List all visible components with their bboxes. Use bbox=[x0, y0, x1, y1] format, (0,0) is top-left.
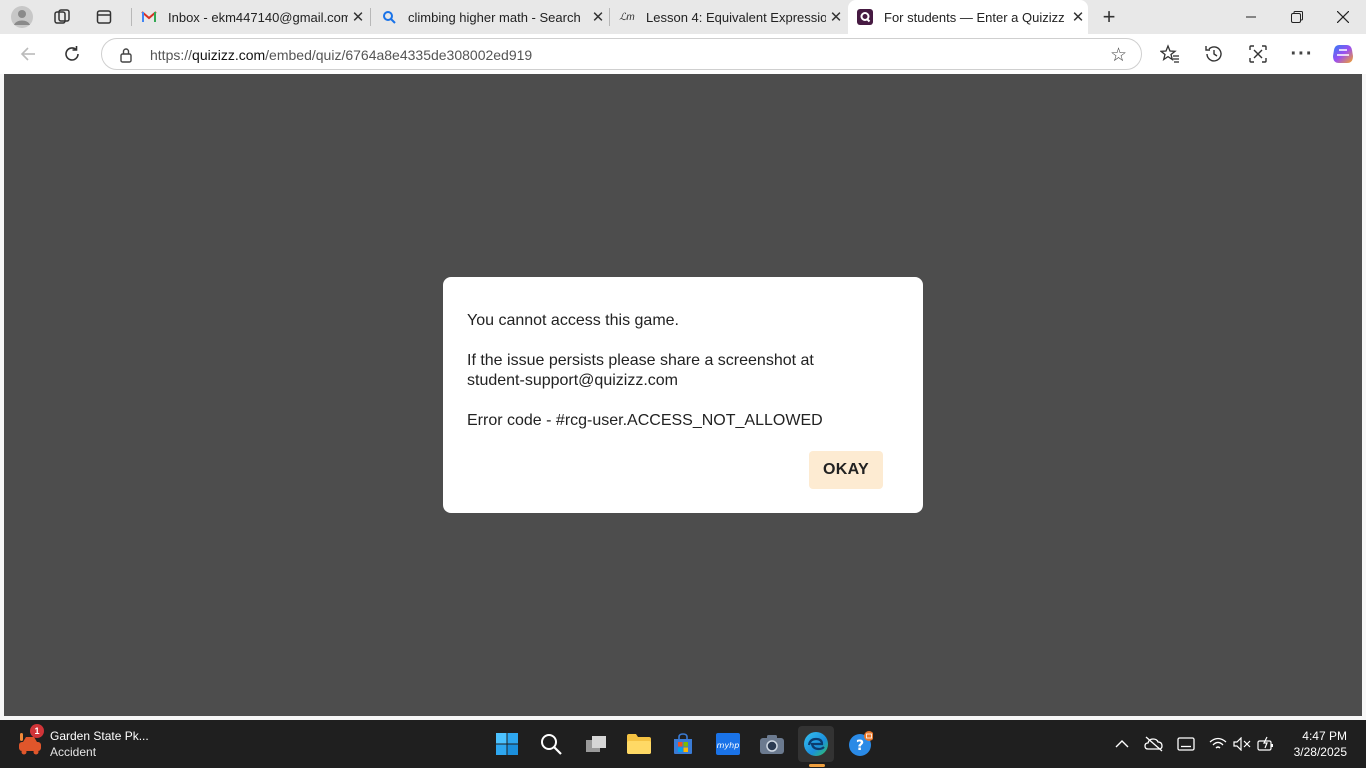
history-icon[interactable] bbox=[1200, 40, 1228, 68]
close-tab-icon[interactable]: ✕ bbox=[348, 8, 368, 26]
close-window-icon[interactable] bbox=[1320, 0, 1366, 34]
close-tab-icon[interactable]: ✕ bbox=[1068, 8, 1088, 26]
volume-muted-icon[interactable] bbox=[1230, 732, 1254, 756]
tab-lesson[interactable]: ℒm Lesson 4: Equivalent Expressions | ✕ bbox=[610, 2, 846, 32]
new-tab-icon[interactable]: + bbox=[1095, 3, 1123, 31]
refresh-icon[interactable] bbox=[58, 40, 86, 68]
screenshot-icon[interactable] bbox=[1244, 40, 1272, 68]
close-tab-icon[interactable]: ✕ bbox=[826, 8, 846, 26]
gmail-icon bbox=[140, 9, 158, 25]
clock-date: 3/28/2025 bbox=[1293, 745, 1347, 759]
weather-title: Garden State Pk... bbox=[50, 729, 149, 743]
tab-title: climbing higher math - Search bbox=[408, 9, 581, 25]
okay-button[interactable]: OKAY bbox=[809, 451, 883, 489]
workspaces-icon[interactable] bbox=[48, 3, 76, 31]
wifi-icon[interactable] bbox=[1206, 732, 1230, 756]
favorite-star-icon[interactable]: ☆ bbox=[1110, 44, 1127, 67]
clock-time: 4:47 PM bbox=[1302, 729, 1347, 743]
lock-icon[interactable] bbox=[119, 47, 133, 63]
url-host: quizizz.com bbox=[192, 47, 266, 63]
camera-icon[interactable] bbox=[754, 726, 790, 762]
traffic-alert-icon: 1 bbox=[16, 724, 44, 758]
tab-strip: Inbox - ekm447140@gmail.com - ✕ climbing… bbox=[0, 0, 1366, 34]
file-explorer-icon[interactable] bbox=[621, 726, 657, 762]
error-code: Error code - #rcg-user.ACCESS_NOT_ALLOWE… bbox=[467, 412, 823, 429]
taskbar-search-icon[interactable] bbox=[533, 726, 569, 762]
edge-icon[interactable] bbox=[798, 726, 834, 762]
svg-text:myhp: myhp bbox=[717, 741, 740, 750]
search-icon bbox=[380, 9, 398, 25]
taskbar: 1 Garden State Pk... Accident myhp ? 4:4… bbox=[0, 720, 1366, 768]
error-dialog: You cannot access this game. If the issu… bbox=[443, 277, 923, 513]
minimize-icon[interactable] bbox=[1228, 0, 1274, 34]
battery-charging-icon[interactable] bbox=[1254, 732, 1278, 756]
url-path: /embed/quiz/6764a8e4335de308002ed919 bbox=[265, 47, 533, 63]
weather-badge: 1 bbox=[30, 724, 44, 738]
error-message: You cannot access this game. bbox=[467, 312, 679, 329]
tab-search[interactable]: climbing higher math - Search ✕ bbox=[372, 2, 608, 32]
start-icon[interactable] bbox=[489, 726, 525, 762]
active-app-indicator bbox=[809, 764, 825, 767]
navigation-bar: https://quizizz.com/embed/quiz/6764a8e43… bbox=[0, 34, 1366, 74]
onedrive-offline-icon[interactable] bbox=[1142, 732, 1166, 756]
weather-widget[interactable]: 1 Garden State Pk... Accident bbox=[16, 724, 149, 762]
system-clock[interactable]: 4:47 PM 3/28/2025 bbox=[1294, 728, 1347, 760]
more-options-icon[interactable]: ··· bbox=[1288, 40, 1316, 68]
get-help-icon[interactable]: ? bbox=[842, 726, 878, 762]
support-email: student-support@quizizz.com bbox=[467, 372, 678, 389]
microsoft-store-icon[interactable] bbox=[665, 726, 701, 762]
support-text: If the issue persists please share a scr… bbox=[467, 352, 814, 369]
keyboard-icon[interactable] bbox=[1174, 732, 1198, 756]
myhp-icon[interactable]: myhp bbox=[710, 726, 746, 762]
favorites-icon[interactable] bbox=[1156, 40, 1184, 68]
task-view-icon[interactable] bbox=[578, 726, 614, 762]
weather-subtitle: Accident bbox=[50, 745, 97, 759]
tab-quizizz[interactable]: For students — Enter a Quizizz Co ✕ bbox=[848, 0, 1088, 34]
url-text: https://quizizz.com/embed/quiz/6764a8e43… bbox=[150, 47, 532, 63]
restore-icon[interactable] bbox=[1274, 0, 1320, 34]
close-tab-icon[interactable]: ✕ bbox=[588, 8, 608, 26]
back-icon[interactable] bbox=[14, 40, 42, 68]
svg-text:?: ? bbox=[856, 738, 864, 754]
show-hidden-icons-icon[interactable] bbox=[1110, 732, 1134, 756]
url-scheme: https:// bbox=[150, 47, 193, 63]
quizizz-icon bbox=[856, 9, 874, 25]
lesson-icon: ℒm bbox=[619, 11, 635, 23]
tab-gmail[interactable]: Inbox - ekm447140@gmail.com - ✕ bbox=[132, 2, 368, 32]
tab-title: Inbox - ekm447140@gmail.com - bbox=[168, 9, 348, 25]
copilot-icon[interactable] bbox=[1329, 40, 1357, 68]
tab-title: Lesson 4: Equivalent Expressions | bbox=[646, 9, 826, 25]
address-bar[interactable]: https://quizizz.com/embed/quiz/6764a8e43… bbox=[101, 38, 1142, 70]
page-content: You cannot access this game. If the issu… bbox=[4, 74, 1362, 716]
tab-title: For students — Enter a Quizizz Co bbox=[884, 9, 1068, 25]
profile-icon[interactable] bbox=[8, 3, 36, 31]
tab-actions-icon[interactable] bbox=[90, 3, 118, 31]
